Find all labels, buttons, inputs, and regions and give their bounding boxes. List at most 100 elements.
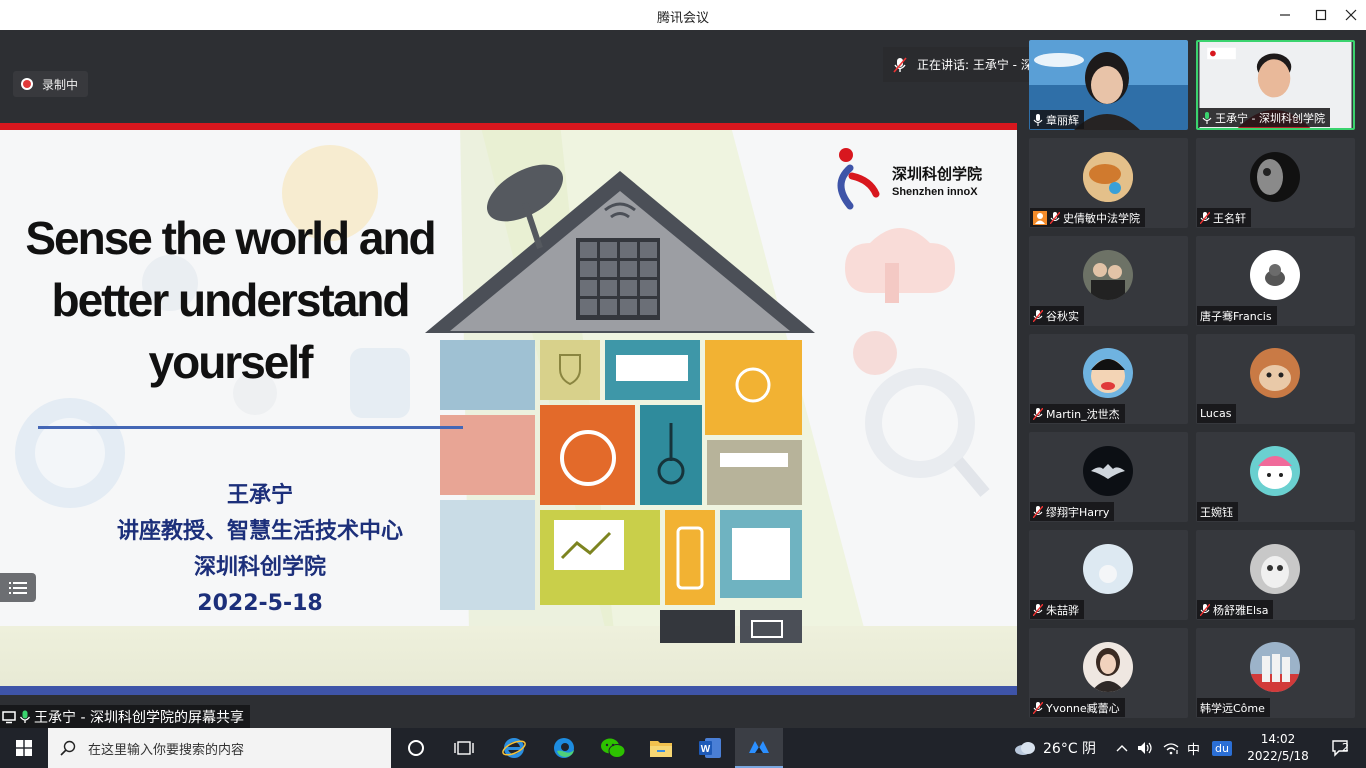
participant-avatar	[1083, 152, 1133, 202]
participant-tile[interactable]: 史倩敏中法学院	[1029, 138, 1188, 228]
participant-tile[interactable]: 韩学远Côme	[1196, 628, 1355, 718]
cortana-button[interactable]	[392, 728, 440, 768]
minimize-button[interactable]	[1267, 0, 1303, 30]
mic-on-icon	[1033, 113, 1043, 126]
taskbar-tencent-meeting[interactable]	[735, 728, 783, 768]
participant-label: 王名轩	[1197, 208, 1251, 227]
participant-name: 韩学远Côme	[1200, 701, 1265, 715]
participant-tile[interactable]: 唐子骞Francis	[1196, 236, 1355, 326]
muted-mic-icon	[1033, 701, 1043, 714]
weather-text: 26°C 阴	[1043, 741, 1097, 757]
mic-on-icon	[1202, 111, 1212, 124]
search-placeholder: 在这里输入你要搜索的内容	[88, 742, 245, 758]
taskbar-word[interactable]: W	[686, 728, 734, 768]
participant-grid: 章丽辉 王承宁 - 深圳科创学院 史倩敏中法学院 王名轩 谷秋实 唐子骞Fran…	[1027, 40, 1355, 718]
innox-logo: 深圳科创学院 Shenzhen innoX	[834, 146, 1004, 216]
taskbar-ie[interactable]	[490, 728, 538, 768]
brand-name-en: Shenzhen innoX	[892, 186, 978, 198]
participant-name: 谷秋实	[1046, 309, 1079, 323]
edge-icon	[554, 738, 574, 758]
internet-explorer-icon	[502, 738, 526, 758]
speaker-icon	[1138, 742, 1152, 754]
network-button[interactable]	[1160, 728, 1182, 768]
participant-avatar	[1250, 642, 1300, 692]
participant-name: Yvonne臧蕾心	[1046, 701, 1120, 715]
clock-date: 2022/5/18	[1247, 749, 1309, 763]
task-view-icon	[454, 741, 474, 755]
participant-name: 杨舒雅Elsa	[1213, 603, 1269, 617]
participant-label: 谷秋实	[1030, 306, 1084, 325]
slide-title: Sense the world and better understand yo…	[25, 212, 436, 388]
participant-avatar	[1250, 348, 1300, 398]
recording-label: 录制中	[42, 77, 79, 92]
participant-tile[interactable]: 杨舒雅Elsa	[1196, 530, 1355, 620]
folder-icon	[650, 741, 672, 757]
participant-tile[interactable]: Yvonne臧蕾心	[1029, 628, 1188, 718]
system-clock[interactable]: 14:02 2022/5/18	[1240, 731, 1316, 765]
slide-bottom-bar	[0, 686, 1017, 695]
participant-tile[interactable]: 王婉钰	[1196, 432, 1355, 522]
baidu-ime-button[interactable]: du	[1212, 728, 1232, 768]
windows-logo-icon	[16, 740, 32, 756]
record-icon	[21, 78, 33, 90]
show-hidden-icons-button[interactable]	[1112, 728, 1132, 768]
participant-tile[interactable]: Lucas	[1196, 334, 1355, 424]
participant-avatar	[1250, 250, 1300, 300]
muted-mic-icon	[1033, 603, 1043, 616]
taskbar: 在这里输入你要搜索的内容 W 26°C 阴 中 du 14:02 2022/5/…	[0, 728, 1366, 768]
taskbar-file-explorer[interactable]	[637, 728, 685, 768]
participant-tile[interactable]: 王名轩	[1196, 138, 1355, 228]
participant-label: 王婉钰	[1197, 502, 1238, 521]
participant-label: Yvonne臧蕾心	[1030, 698, 1125, 717]
participant-avatar	[1083, 642, 1133, 692]
shared-slide: 深圳科创学院 Shenzhen innoX Sense the world an…	[0, 123, 1017, 695]
participant-avatar	[1250, 544, 1300, 594]
participant-avatar	[1083, 348, 1133, 398]
ime-indicator[interactable]: 中	[1187, 728, 1200, 768]
presenter-org: 深圳科创学院	[193, 555, 326, 580]
participant-name: 王承宁 - 深圳科创学院	[1215, 111, 1325, 125]
participant-avatar	[1083, 544, 1133, 594]
participant-name: 唐子骞Francis	[1200, 309, 1272, 323]
participant-tile-active-speaker[interactable]: 王承宁 - 深圳科创学院	[1196, 40, 1355, 130]
wechat-icon	[601, 738, 626, 758]
participant-tile[interactable]: 朱喆骅	[1029, 530, 1188, 620]
recording-badge[interactable]: 录制中	[13, 71, 89, 97]
participant-label: 杨舒雅Elsa	[1197, 600, 1274, 619]
app-window: 腾讯会议 录制中 深圳科创学院 Shenzhen innoX Sense the…	[0, 0, 1366, 768]
participant-label: 唐子骞Francis	[1197, 306, 1277, 325]
task-view-button[interactable]	[440, 728, 488, 768]
window-title: 腾讯会议	[656, 11, 709, 26]
taskbar-wechat[interactable]	[589, 728, 637, 768]
participant-tile[interactable]: 谷秋实	[1029, 236, 1188, 326]
participant-label: Martin_沈世杰	[1030, 404, 1125, 423]
weather-widget[interactable]: 26°C 阴	[1013, 728, 1096, 768]
screen-share-icon	[2, 710, 16, 723]
notification-count: 2	[1342, 741, 1349, 754]
volume-button[interactable]	[1134, 728, 1156, 768]
participant-name: Lucas	[1200, 407, 1232, 420]
participant-tile[interactable]: 章丽辉	[1029, 40, 1188, 130]
participant-avatar	[1083, 446, 1133, 496]
notification-center-button[interactable]: 2	[1318, 728, 1366, 768]
participant-tile[interactable]: 缪翔宇Harry	[1029, 432, 1188, 522]
participant-label: Lucas	[1197, 404, 1237, 423]
presentation-date: 2022-5-18	[197, 591, 323, 616]
muted-mic-icon	[1050, 211, 1060, 224]
taskbar-edge[interactable]	[540, 728, 588, 768]
muted-mic-icon	[1200, 211, 1210, 224]
participant-avatar	[1250, 446, 1300, 496]
close-button[interactable]	[1333, 0, 1366, 30]
taskbar-search-box[interactable]: 在这里输入你要搜索的内容	[48, 728, 391, 768]
muted-mic-icon	[1033, 309, 1043, 322]
participant-label: 朱喆骅	[1030, 600, 1084, 619]
meeting-area: 录制中 深圳科创学院 Shenzhen innoX Sense the worl…	[0, 30, 1366, 728]
wifi-icon	[1163, 743, 1179, 755]
toolbar-toggle-button[interactable]	[0, 573, 36, 602]
participant-label: 王承宁 - 深圳科创学院	[1199, 108, 1330, 127]
participant-tile[interactable]: Martin_沈世杰	[1029, 334, 1188, 424]
presenter-role: 讲座教授、智慧生活技术中心	[116, 519, 403, 544]
baidu-text: du	[1212, 740, 1232, 756]
start-button[interactable]	[0, 728, 48, 768]
cloudy-weather-icon	[1015, 742, 1035, 755]
